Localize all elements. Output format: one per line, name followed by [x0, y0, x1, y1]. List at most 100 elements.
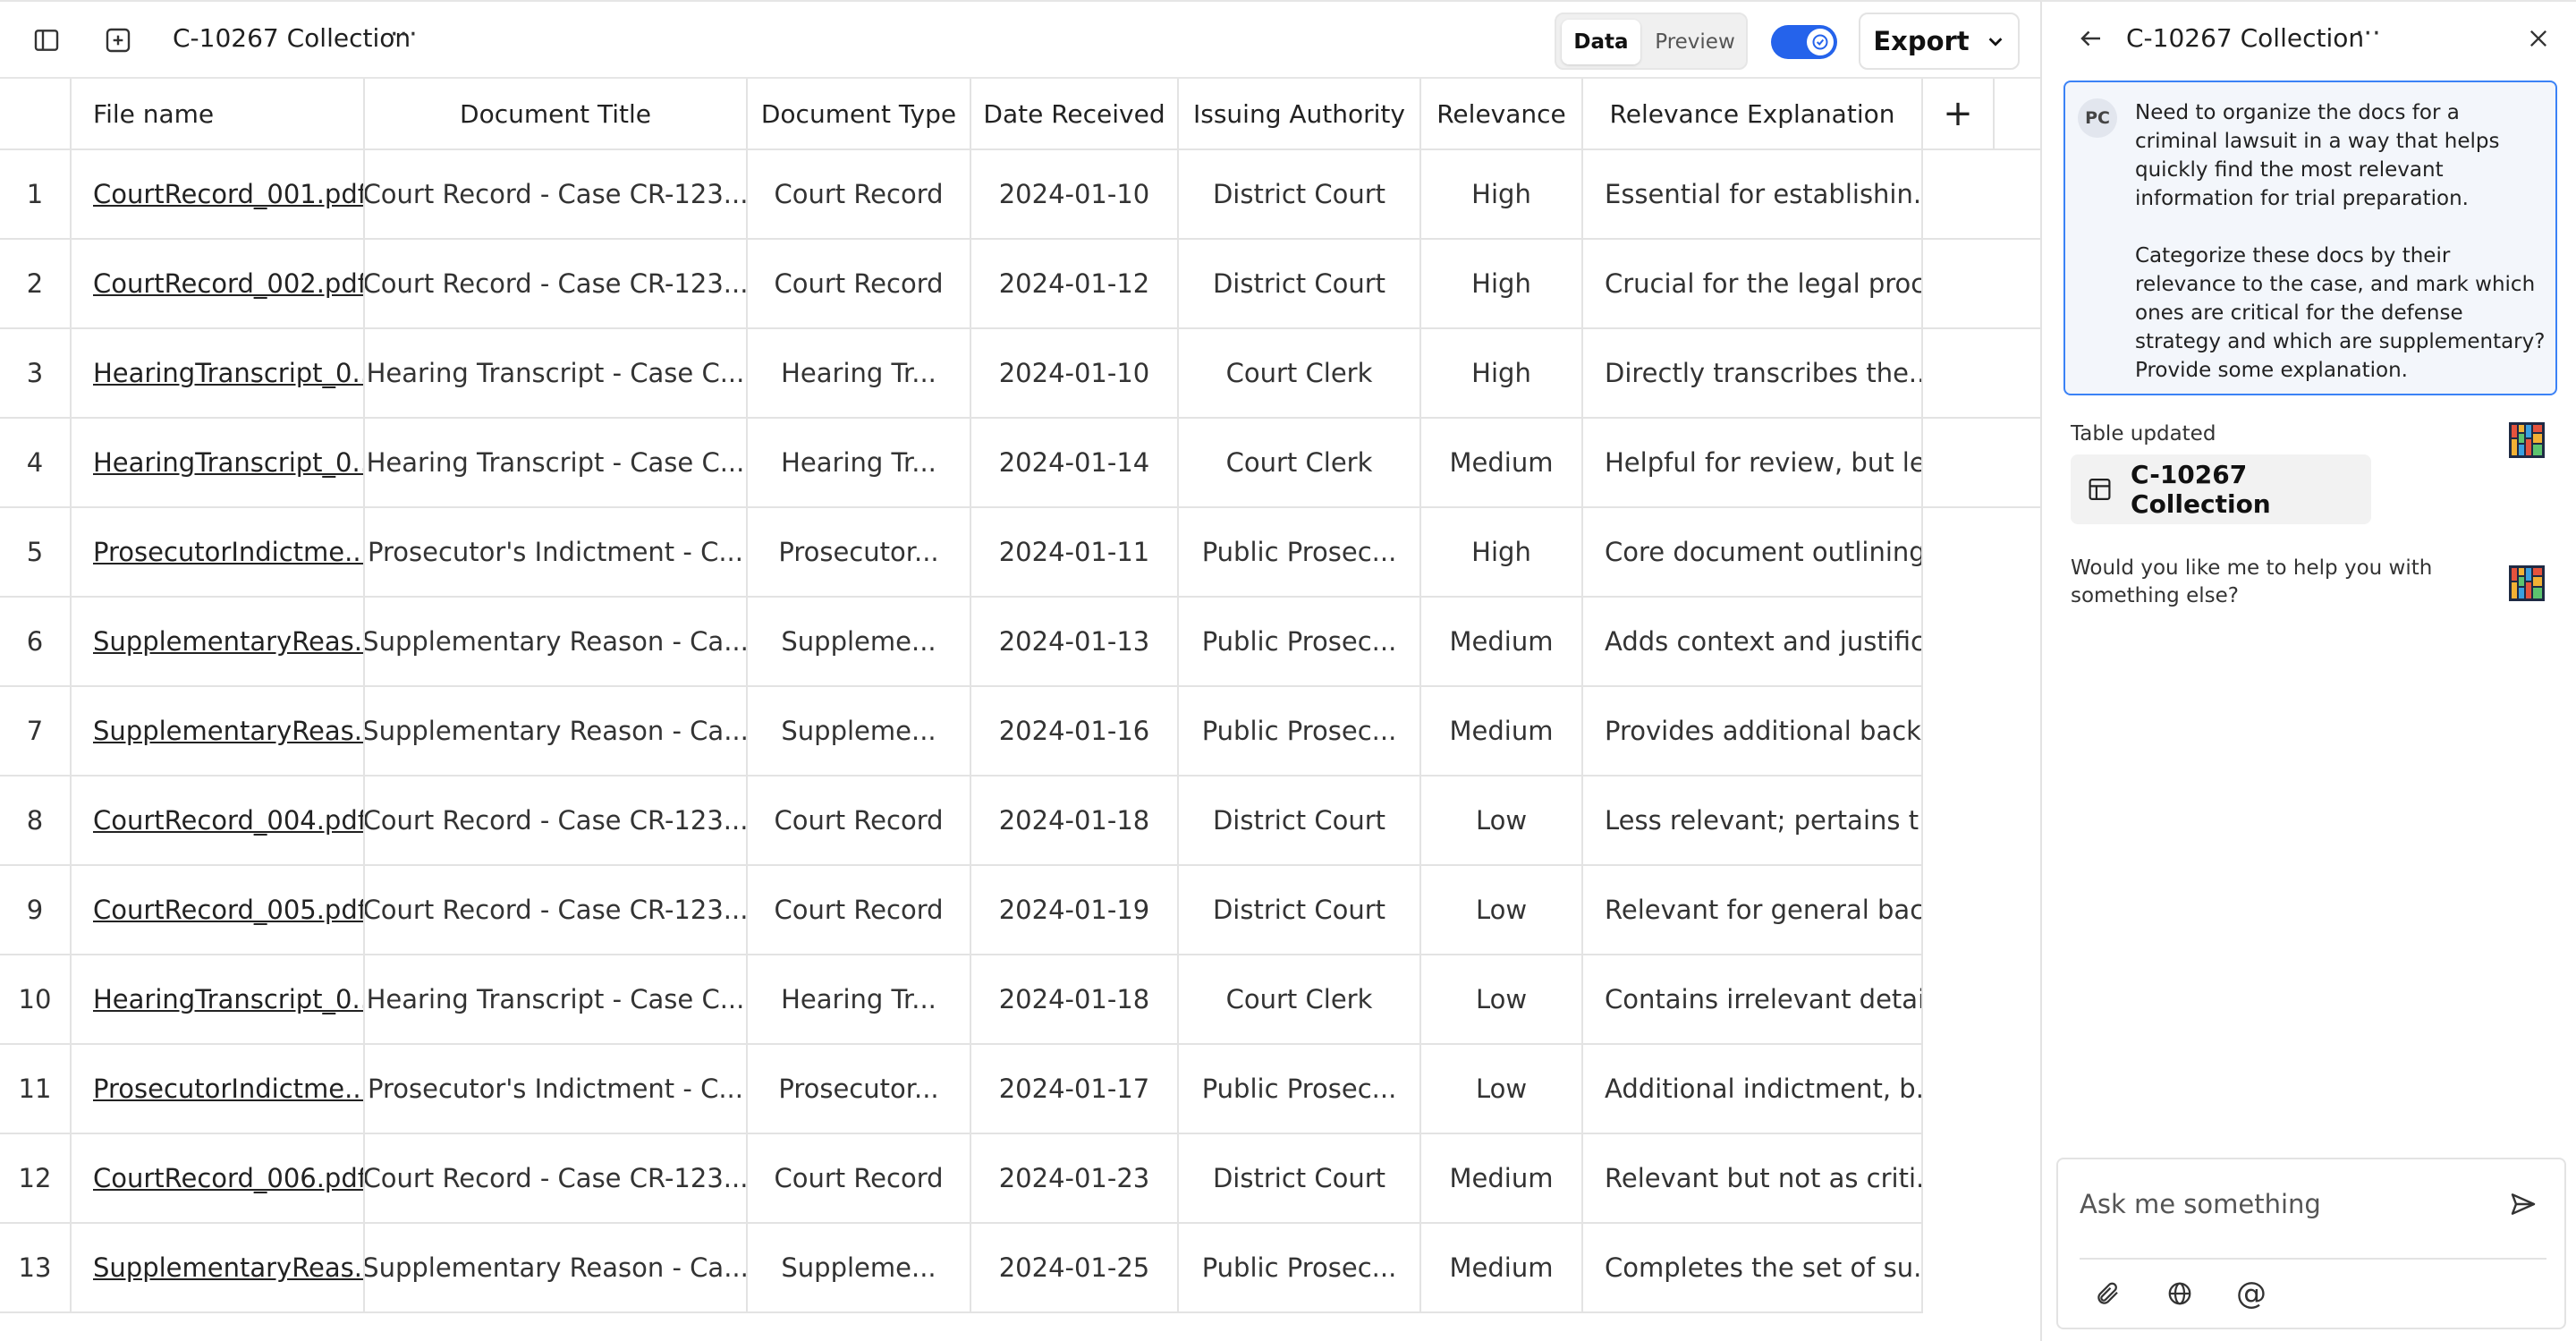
table-row[interactable]: 7 SupplementaryReas... Supplementary Reaso… — [0, 687, 1923, 777]
table-row[interactable]: 13 SupplementaryReas... Supplementary Reas… — [0, 1224, 1923, 1313]
file-name-cell[interactable]: HearingTranscript_0... — [72, 419, 365, 508]
document-type-cell: Prosecutor... — [748, 508, 971, 598]
table-row[interactable]: 11 ProsecutorIndictme... Prosecutor's Indi… — [0, 1045, 1923, 1134]
file-link[interactable]: CourtRecord_006.pdf — [93, 1163, 363, 1193]
document-title-cell: Court Record - Case CR-123... — [365, 866, 748, 955]
back-arrow-icon[interactable] — [2069, 16, 2114, 61]
issuing-authority-cell: District Court — [1179, 150, 1421, 240]
row-number-cell: 1 — [0, 150, 72, 240]
document-title-cell: Prosecutor's Indictment - C... — [365, 508, 748, 598]
row-number-cell: 11 — [0, 1045, 72, 1134]
table-row[interactable]: 2 CourtRecord_002.pdf Court Record - Case … — [0, 240, 1923, 329]
file-name-cell[interactable]: SupplementaryReas... — [72, 598, 365, 687]
document-type-cell: Court Record — [748, 866, 971, 955]
issuing-authority-cell: Court Clerk — [1179, 955, 1421, 1045]
title-more-icon[interactable]: ··· — [390, 19, 419, 50]
tab-preview[interactable]: Preview — [1646, 20, 1744, 64]
new-tab-icon[interactable] — [93, 15, 143, 65]
file-name-cell[interactable]: HearingTranscript_0... — [72, 955, 365, 1045]
issuing-authority-cell: Public Prosec... — [1179, 1045, 1421, 1134]
table-row[interactable]: 8 CourtRecord_004.pdf Court Record - Case … — [0, 777, 1923, 866]
document-type-cell: Court Record — [748, 240, 971, 329]
file-link[interactable]: SupplementaryReas... — [93, 716, 363, 746]
chat-input[interactable] — [2080, 1179, 2491, 1229]
file-link[interactable]: HearingTranscript_0... — [93, 984, 363, 1014]
file-link[interactable]: SupplementaryReas... — [93, 626, 363, 657]
file-link[interactable]: CourtRecord_002.pdf — [93, 268, 363, 299]
relevance-cell: High — [1421, 150, 1583, 240]
file-link[interactable]: HearingTranscript_0... — [93, 447, 363, 478]
date-received-cell: 2024-01-18 — [971, 777, 1179, 866]
file-name-cell[interactable]: SupplementaryReas... — [72, 687, 365, 777]
table-row[interactable]: 10 HearingTranscript_0... Hearing Transcri… — [0, 955, 1923, 1045]
file-link[interactable]: CourtRecord_001.pdf — [93, 179, 363, 209]
column-header-document-title[interactable]: Document Title — [365, 79, 748, 150]
sidebar-toggle-icon[interactable] — [21, 15, 72, 65]
table-row[interactable]: 4 HearingTranscript_0... Hearing Transcrip… — [0, 419, 1923, 508]
column-header-date-received[interactable]: Date Received — [971, 79, 1179, 150]
date-received-cell: 2024-01-23 — [971, 1134, 1179, 1224]
table-row[interactable]: 9 CourtRecord_005.pdf Court Record - Case … — [0, 866, 1923, 955]
column-header-document-type[interactable]: Document Type — [748, 79, 971, 150]
top-toolbar: C-10267 Collection ··· Data Preview Expo… — [0, 2, 2040, 79]
date-received-cell: 2024-01-19 — [971, 866, 1179, 955]
paperclip-icon[interactable] — [2085, 1270, 2131, 1317]
column-header-issuing-authority[interactable]: Issuing Authority — [1179, 79, 1421, 150]
relevance-cell: Low — [1421, 1045, 1583, 1134]
relevance-cell: High — [1421, 508, 1583, 598]
file-name-cell[interactable]: CourtRecord_004.pdf — [72, 777, 365, 866]
chat-panel: C-10267 Collection ··· PC Need to organi… — [2040, 0, 2576, 1341]
file-name-cell[interactable]: HearingTranscript_0... — [72, 329, 365, 419]
table-row[interactable]: 12 CourtRecord_006.pdf Court Record - Case… — [0, 1134, 1923, 1224]
table-row[interactable]: 1 CourtRecord_001.pdf Court Record - Case … — [0, 150, 1923, 240]
row-number-cell: 3 — [0, 329, 72, 419]
collection-link-chip[interactable]: C-10267 Collection — [2071, 454, 2371, 524]
file-link[interactable]: CourtRecord_004.pdf — [93, 805, 363, 836]
relevance-cell: Medium — [1421, 687, 1583, 777]
tab-data[interactable]: Data — [1562, 20, 1640, 64]
relevance-explanation-cell: Less relevant; pertains t... — [1583, 777, 1923, 866]
file-link[interactable]: HearingTranscript_0... — [93, 358, 363, 388]
document-title-cell: Court Record - Case CR-123... — [365, 777, 748, 866]
document-title-cell: Supplementary Reason - Ca... — [365, 598, 748, 687]
column-header-relevance-explanation[interactable]: Relevance Explanation — [1583, 79, 1923, 150]
table-row[interactable]: 5 ProsecutorIndictme... Prosecutor's Indic… — [0, 508, 1923, 598]
issuing-authority-cell: District Court — [1179, 1134, 1421, 1224]
document-type-cell: Hearing Tr... — [748, 329, 971, 419]
document-title[interactable]: C-10267 Collection — [173, 23, 411, 53]
send-icon[interactable] — [2500, 1181, 2546, 1227]
column-header-file-name[interactable]: File name — [72, 79, 365, 150]
chat-more-icon[interactable]: ··· — [2355, 18, 2381, 49]
relevance-explanation-cell: Directly transcribes the... — [1583, 329, 1923, 419]
file-name-cell[interactable]: ProsecutorIndictme... — [72, 508, 365, 598]
export-button[interactable]: Export — [1859, 13, 2020, 70]
relevance-explanation-cell: Additional indictment, b... — [1583, 1045, 1923, 1134]
document-title-cell: Hearing Transcript - Case C... — [365, 955, 748, 1045]
document-type-cell: Hearing Tr... — [748, 955, 971, 1045]
file-name-cell[interactable]: CourtRecord_002.pdf — [72, 240, 365, 329]
relevance-cell: Medium — [1421, 598, 1583, 687]
document-type-cell: Court Record — [748, 150, 971, 240]
file-link[interactable]: SupplementaryReas... — [93, 1252, 363, 1283]
file-name-cell[interactable]: CourtRecord_006.pdf — [72, 1134, 365, 1224]
file-link[interactable]: ProsecutorIndictme... — [93, 537, 363, 567]
relevance-explanation-cell: Essential for establishin... — [1583, 150, 1923, 240]
table-row[interactable]: 6 SupplementaryReas... Supplementary Reaso… — [0, 598, 1923, 687]
row-number-cell: 6 — [0, 598, 72, 687]
column-header-relevance[interactable]: Relevance — [1421, 79, 1583, 150]
file-name-cell[interactable]: ProsecutorIndictme... — [72, 1045, 365, 1134]
close-icon[interactable] — [2516, 16, 2561, 61]
file-link[interactable]: ProsecutorIndictme... — [93, 1074, 363, 1104]
file-name-cell[interactable]: SupplementaryReas... — [72, 1224, 365, 1313]
file-name-cell[interactable]: CourtRecord_001.pdf — [72, 150, 365, 240]
globe-icon[interactable] — [2157, 1270, 2203, 1317]
table-row[interactable]: 3 HearingTranscript_0... Hearing Transcrip… — [0, 329, 1923, 419]
relevance-cell: Medium — [1421, 1224, 1583, 1313]
file-name-cell[interactable]: CourtRecord_005.pdf — [72, 866, 365, 955]
relevance-explanation-cell: Relevant for general bac... — [1583, 866, 1923, 955]
file-link[interactable]: CourtRecord_005.pdf — [93, 895, 363, 925]
relevance-explanation-cell: Adds context and justific... — [1583, 598, 1923, 687]
add-column-button[interactable]: + — [1923, 79, 1995, 150]
auto-toggle-switch[interactable] — [1771, 25, 1837, 59]
mention-icon[interactable]: @ — [2228, 1270, 2275, 1317]
